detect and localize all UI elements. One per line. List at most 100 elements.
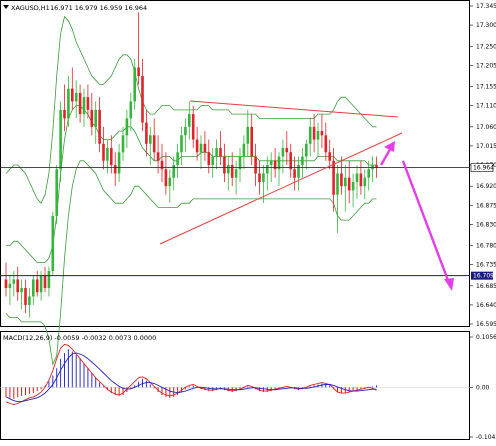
- candle: [20, 279, 23, 310]
- candle: [355, 165, 359, 199]
- candle: [145, 109, 148, 157]
- candle-body: [39, 275, 43, 293]
- candle: [176, 143, 179, 178]
- candle-body: [121, 135, 125, 153]
- candle-body: [191, 114, 195, 140]
- candle: [113, 152, 117, 187]
- candle: [347, 160, 351, 204]
- candle: [117, 143, 121, 182]
- candle: [371, 156, 374, 182]
- candle-body: [129, 101, 133, 119]
- price-axis-tick-label: 16.875: [476, 202, 496, 209]
- candle-body: [281, 148, 285, 157]
- candle: [184, 118, 187, 153]
- candle-body: [332, 160, 335, 195]
- candle-body: [312, 126, 316, 140]
- price-axis-tick-label: 17.155: [476, 84, 496, 91]
- candle: [223, 143, 226, 182]
- candle: [344, 165, 347, 212]
- price-axis-tick-label: 16.685: [476, 283, 496, 290]
- candle: [281, 139, 285, 174]
- candle: [285, 131, 289, 165]
- candle: [82, 88, 86, 127]
- candle-body: [195, 139, 199, 153]
- candle-body: [35, 279, 39, 293]
- candle-body: [301, 156, 304, 165]
- candle: [297, 156, 300, 191]
- candle: [32, 275, 35, 305]
- candle: [28, 287, 31, 318]
- candle-body: [137, 67, 140, 76]
- candle-body: [308, 126, 312, 144]
- candle-body: [254, 156, 257, 174]
- current-price-tag-label: 16.964: [473, 165, 494, 172]
- candle-body: [160, 160, 164, 170]
- price-axis-tick-label: 17.060: [476, 124, 496, 131]
- candle-body: [16, 279, 19, 293]
- candle: [168, 169, 172, 204]
- candle-body: [28, 296, 31, 305]
- candle-body: [180, 135, 183, 153]
- macd-line: [5, 343, 377, 405]
- candle-body: [43, 275, 47, 288]
- candle: [289, 143, 292, 178]
- candle-body: [246, 126, 250, 144]
- candle-body: [297, 165, 300, 178]
- macd-histogram: [5, 349, 377, 399]
- candle-body: [285, 148, 289, 153]
- candle-body: [227, 165, 230, 174]
- candle-body: [336, 173, 339, 195]
- candle: [125, 109, 129, 149]
- candle-body: [293, 169, 296, 178]
- candle: [67, 75, 70, 127]
- candle-body: [90, 109, 94, 127]
- candle-body: [51, 215, 55, 271]
- macd-axis-tick-label: 0.1056: [476, 334, 496, 341]
- price-axis-tick-label: 17.300: [476, 22, 496, 29]
- candle-body: [347, 177, 351, 191]
- candle-body: [320, 131, 324, 136]
- forecast-arrow-up[interactable]: [379, 141, 395, 166]
- candle-body: [12, 279, 16, 284]
- candle: [71, 67, 74, 110]
- upper-trendline[interactable]: [189, 100, 399, 118]
- candle-body: [344, 177, 347, 187]
- candle-body: [86, 97, 90, 110]
- candle: [316, 122, 320, 157]
- candle-body: [98, 109, 101, 144]
- candle: [98, 97, 101, 153]
- candle-body: [133, 67, 136, 102]
- candle: [106, 139, 109, 174]
- candle: [375, 156, 378, 178]
- price-axis-tick-label: 17.345: [476, 3, 496, 10]
- candle: [340, 156, 343, 195]
- candle-body: [47, 271, 51, 288]
- candle: [16, 266, 19, 301]
- candle-body: [203, 143, 207, 153]
- candle: [250, 114, 253, 165]
- candle-body: [94, 109, 97, 127]
- macd-axis: 0.1056 0.00 -0.1042: [470, 334, 496, 441]
- candle: [207, 139, 211, 174]
- candle: [227, 156, 230, 191]
- candle: [191, 105, 195, 149]
- forecast-arrow-down[interactable]: [401, 160, 454, 291]
- candle: [328, 139, 331, 170]
- candle-body: [113, 165, 117, 174]
- dropdown-triangle-icon[interactable]: [3, 5, 9, 9]
- candle: [43, 266, 47, 293]
- price-axis-tick-label: 17.250: [476, 43, 496, 50]
- bollinger-bands: [5, 15, 377, 366]
- candle-body: [351, 181, 355, 191]
- candle: [164, 152, 168, 195]
- macd-title: MACD(12,26,9) -0.0059 -0.0032 0.0073 0.0…: [3, 334, 156, 342]
- candle: [273, 148, 277, 178]
- candle-body: [363, 177, 367, 187]
- candle: [203, 131, 207, 161]
- candle-body: [242, 143, 246, 157]
- price-axis-tick-label: 16.595: [476, 321, 496, 328]
- candle-body: [234, 169, 238, 178]
- candle: [246, 109, 250, 157]
- candle-body: [207, 152, 211, 165]
- candle: [308, 118, 312, 157]
